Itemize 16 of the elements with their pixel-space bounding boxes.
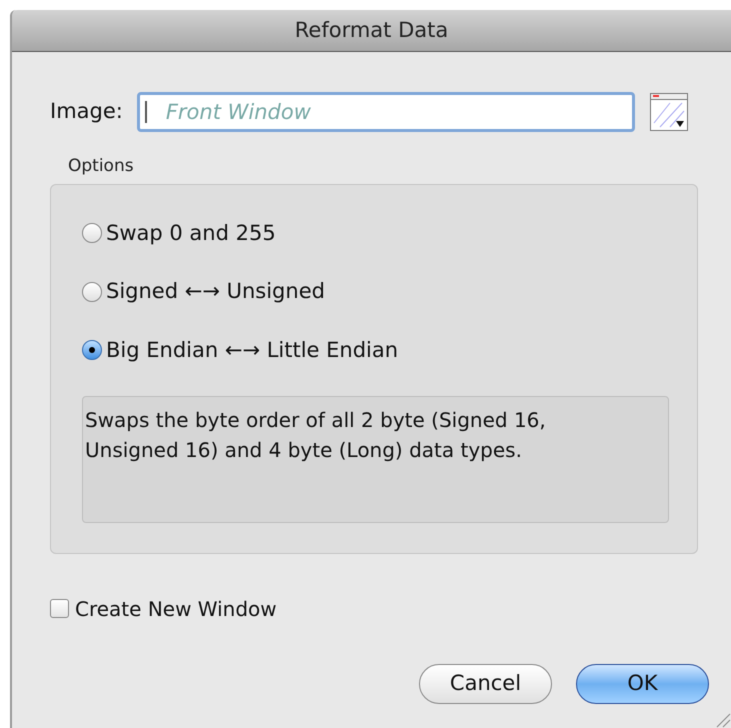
options-label: Options [68,155,135,178]
window-title: Reformat Data [294,16,448,44]
ok-button[interactable]: OK [576,664,709,704]
radio-label: Signed ←→ Unsigned [106,278,325,305]
radio-button[interactable] [82,282,102,302]
checkbox[interactable] [50,599,69,618]
cancel-button[interactable]: Cancel [419,664,552,704]
radio-button[interactable] [82,340,102,360]
checkbox-label: Create New Window [75,596,277,622]
image-field[interactable]: Front Window [136,92,635,132]
radio-button[interactable] [82,223,102,244]
window-picker-icon[interactable] [650,93,688,131]
image-label: Image: [50,98,123,126]
radio-label: Swap 0 and 255 [106,220,276,246]
description-text: Swaps the byte order of all 2 byte (Signed 16, Unsigned 16) and 4 byte (Long) data types. [82,396,669,523]
radio-label: Big Endian ←→ Little Endian [106,336,398,364]
